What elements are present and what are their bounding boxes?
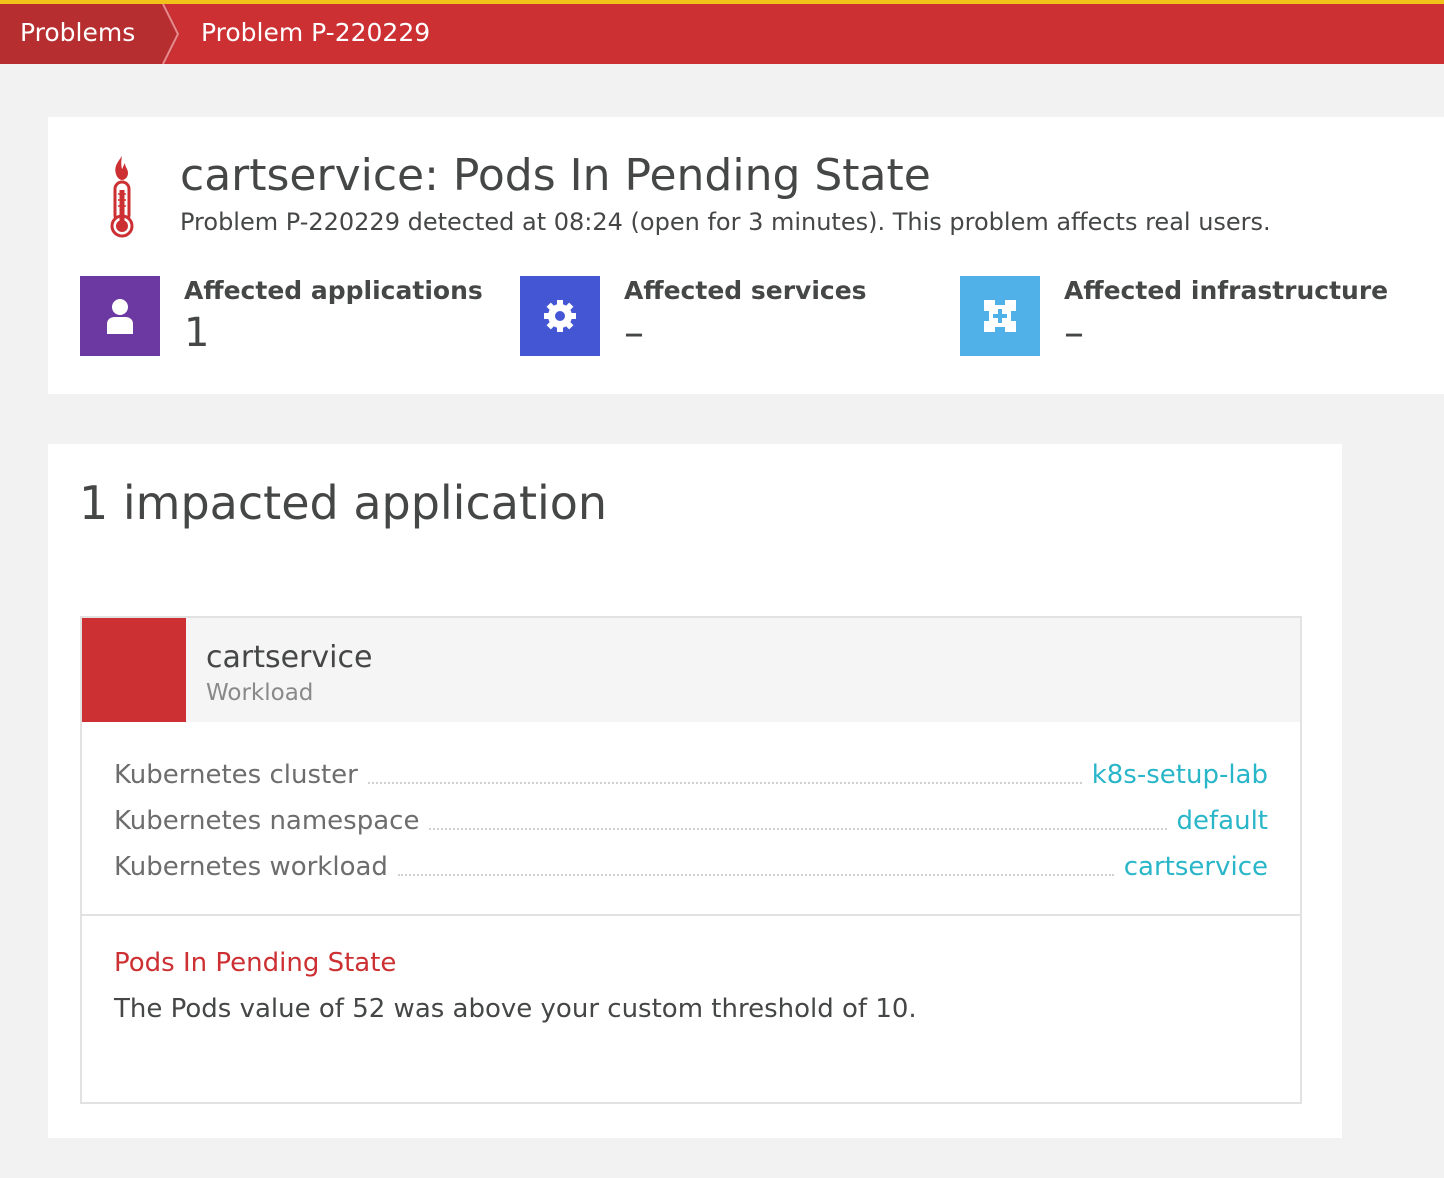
problem-title: cartservice: Pods In Pending State [180, 150, 931, 201]
problem-subtitle: Problem P-220229 detected at 08:24 (open… [180, 208, 1271, 236]
affected-services-label: Affected services [624, 276, 867, 305]
breadcrumb-problems[interactable]: Problems [0, 4, 165, 64]
breadcrumb-problems-label: Problems [20, 18, 136, 47]
event-title[interactable]: Pods In Pending State [114, 948, 396, 978]
entity-type: Workload [206, 680, 314, 706]
dotted-leader [429, 828, 1167, 830]
affected-infrastructure-label: Affected infrastructure [1064, 276, 1389, 305]
property-row: Kubernetes namespace default [114, 800, 1268, 836]
kubernetes-cluster-link[interactable]: k8s-setup-lab [1092, 760, 1268, 790]
property-row: Kubernetes workload cartservice [114, 846, 1268, 882]
affected-services-tile[interactable] [520, 276, 600, 356]
affected-infrastructure-tile[interactable] [960, 276, 1040, 356]
entity-status-swatch [82, 618, 186, 722]
affected-applications-tile[interactable] [80, 276, 160, 356]
kubernetes-namespace-link[interactable]: default [1177, 806, 1268, 836]
impacted-applications-title: 1 impacted application [79, 476, 608, 530]
property-row: Kubernetes cluster k8s-setup-lab [114, 754, 1268, 790]
breadcrumb-bar: Problems Problem P-220229 [0, 0, 1444, 64]
gear-icon [544, 300, 576, 332]
affected-infrastructure-value: – [1064, 310, 1084, 356]
thermometer-fire-icon [110, 156, 134, 238]
user-icon [107, 299, 133, 334]
breadcrumb-current-problem: Problem P-220229 [201, 18, 431, 47]
event-description: The Pods value of 52 was above your cust… [114, 994, 917, 1024]
dotted-leader [367, 782, 1082, 784]
kubernetes-workload-link[interactable]: cartservice [1124, 852, 1268, 882]
affected-applications-label: Affected applications [184, 276, 483, 305]
affected-applications-value[interactable]: 1 [184, 310, 209, 356]
entity-name: cartservice [206, 640, 373, 675]
breadcrumb-separator-icon [150, 4, 180, 64]
impacted-entity-panel: cartservice Workload Kubernetes cluster … [80, 616, 1302, 1104]
divider [82, 914, 1300, 916]
affected-services-value: – [624, 310, 644, 356]
property-key: Kubernetes workload [114, 852, 388, 882]
dotted-leader [397, 874, 1114, 876]
infrastructure-icon [984, 300, 1016, 332]
property-key: Kubernetes cluster [114, 760, 358, 790]
property-key: Kubernetes namespace [114, 806, 420, 836]
entity-header[interactable]: cartservice Workload [82, 618, 1300, 722]
